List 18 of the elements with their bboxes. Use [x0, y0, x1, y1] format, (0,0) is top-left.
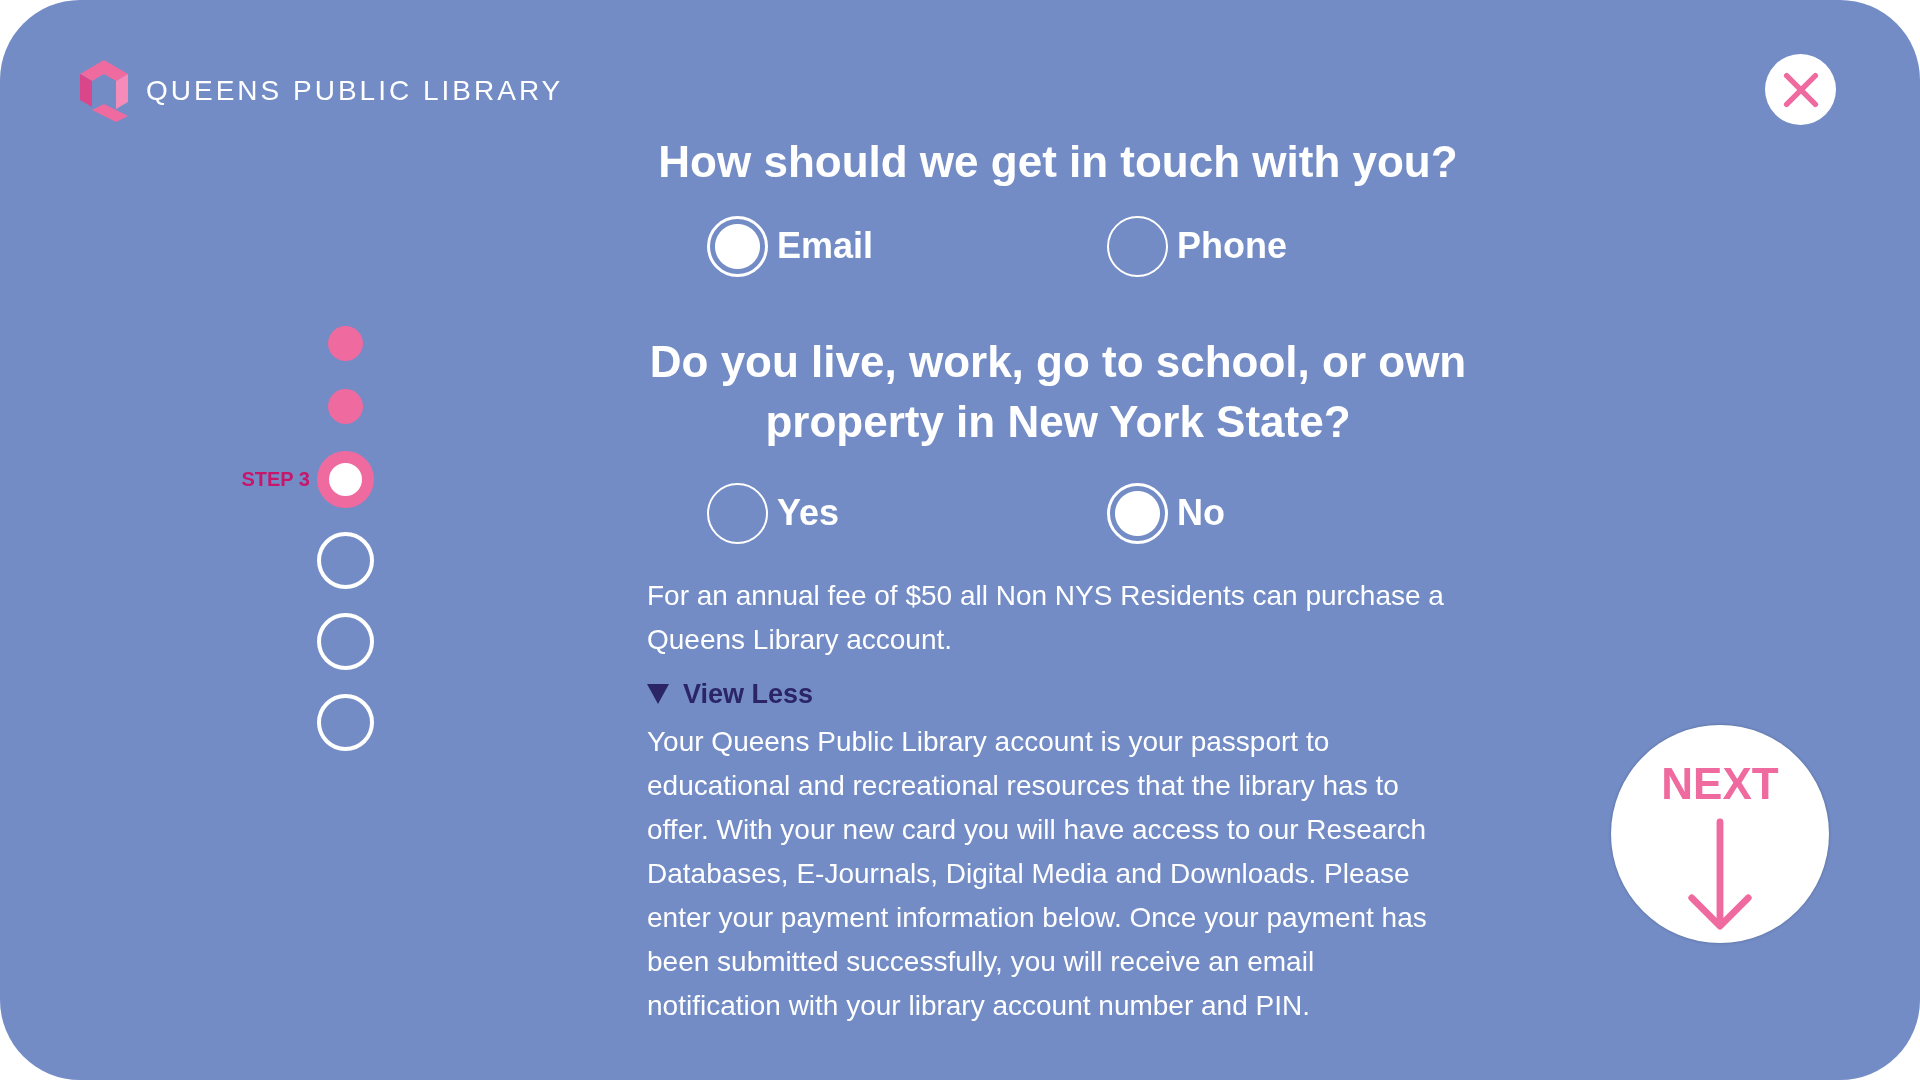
- radio-button[interactable]: [707, 482, 768, 544]
- radio-button[interactable]: [1107, 215, 1168, 277]
- radio-label: Yes: [777, 492, 840, 534]
- radio-label: Phone: [1177, 225, 1287, 267]
- question-heading: Do you live, work, go to school, or own property in New York State?: [648, 336, 1468, 448]
- arrow-down-icon: [1685, 818, 1755, 931]
- radio-label: No: [1177, 492, 1225, 534]
- view-less-toggle[interactable]: View Less: [647, 674, 814, 714]
- details-paragraph: Your Queens Public Library account is your passport to educational and recreational resources that the library has to offer. With your new card you will have access to our Research Databases, E-Journals, Digital Media and Downloads. Please enter your payment information below. Once your payment has been submitted successfully, you will receive an email notification with your library account number and PIN.: [647, 725, 1428, 1023]
- radio-label: Email: [777, 225, 874, 267]
- next-button[interactable]: NEXT: [1611, 725, 1829, 943]
- fee-note: For an annual fee of $50 all Non NYS Residents can purchase a Queens Library account.: [647, 579, 1445, 657]
- brand-name: QUEENS PUBLIC LIBRARY: [146, 74, 564, 107]
- cube-logo-icon: [80, 59, 129, 122]
- step-label: STEP 3: [241, 468, 310, 491]
- caret-icon: [647, 684, 669, 704]
- question-heading: How should we get in touch with you?: [657, 136, 1459, 188]
- close-icon: [1782, 71, 1819, 108]
